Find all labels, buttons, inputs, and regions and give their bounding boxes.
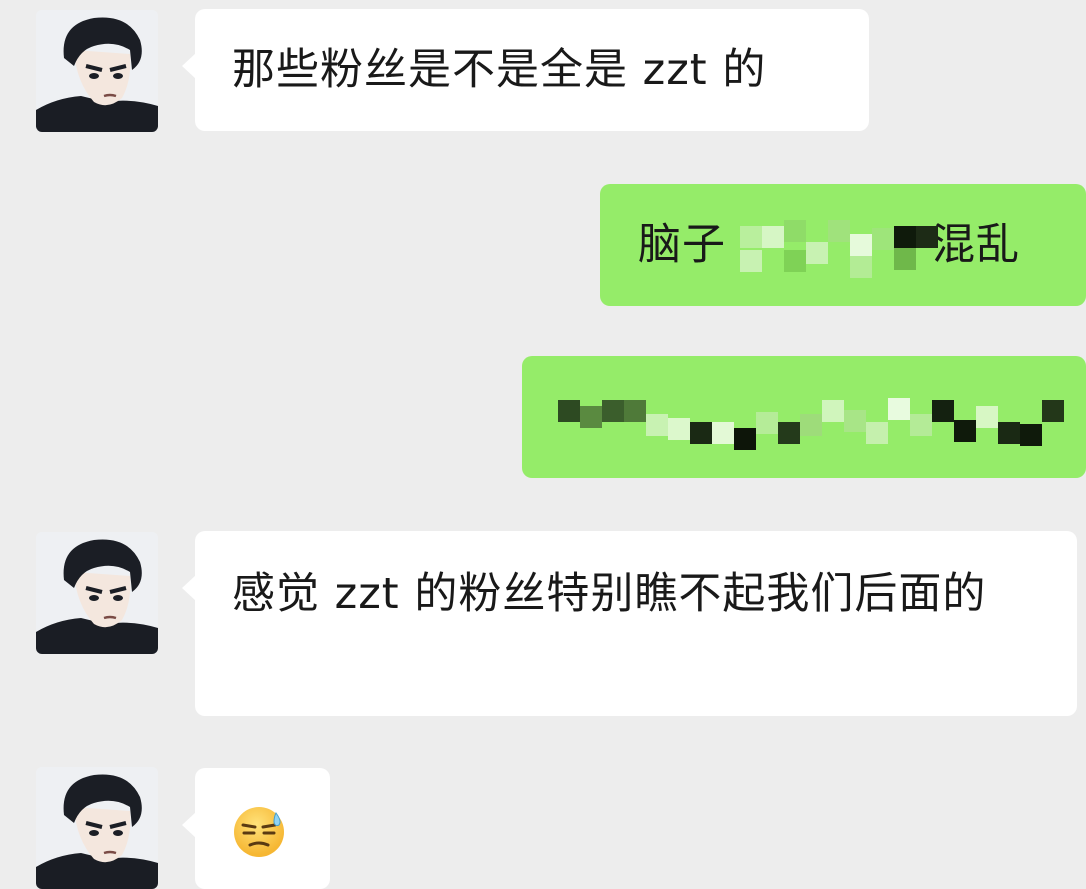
- avatar-portrait-icon: [36, 767, 158, 889]
- awkward-sweat-emoji-icon: [234, 807, 284, 857]
- contact-avatar[interactable]: [36, 532, 158, 654]
- avatar-portrait-icon: [36, 10, 158, 132]
- outgoing-message-bubble[interactable]: [522, 356, 1086, 478]
- incoming-emoji-bubble[interactable]: [182, 768, 330, 889]
- contact-avatar[interactable]: [36, 767, 158, 889]
- message-text: 感觉 zzt 的粉丝特别瞧不起我们后面的: [232, 569, 987, 619]
- message-text: 那些粉丝是不是全是 zzt 的: [232, 45, 767, 95]
- outgoing-message-bubble[interactable]: 脑子 混乱: [600, 184, 1086, 306]
- redaction-mosaic: [558, 392, 1064, 450]
- message-text: 脑子 混乱: [638, 220, 1020, 270]
- incoming-message-bubble[interactable]: 感觉 zzt 的粉丝特别瞧不起我们后面的: [182, 531, 1077, 716]
- incoming-message-bubble[interactable]: 那些粉丝是不是全是 zzt 的: [182, 9, 869, 131]
- contact-avatar[interactable]: [36, 10, 158, 132]
- avatar-portrait-icon: [36, 532, 158, 654]
